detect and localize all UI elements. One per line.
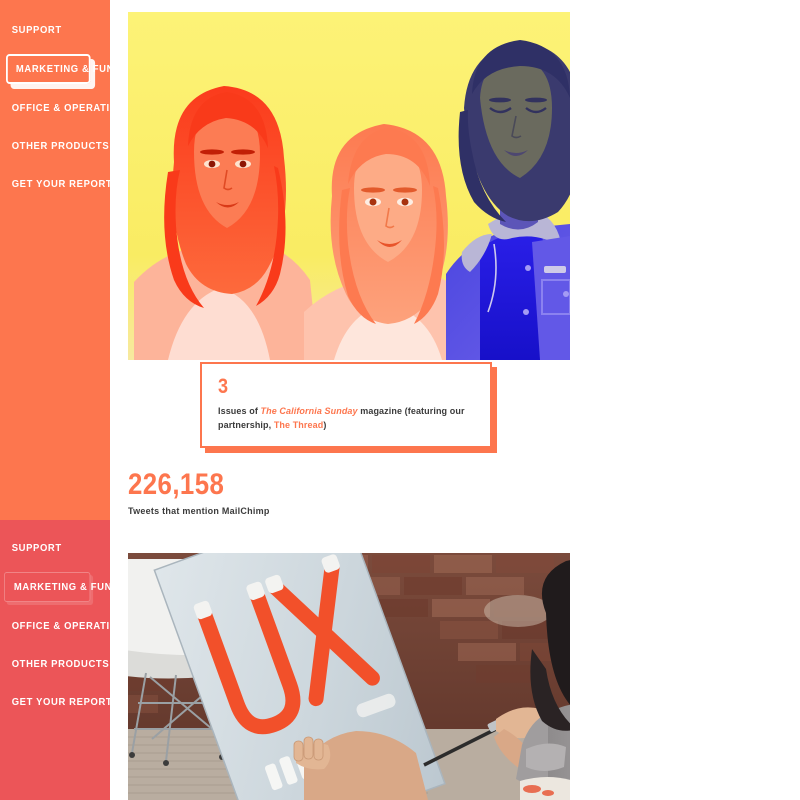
sidebar2-item-office-and-operations[interactable]: Office & Operations: [0, 612, 132, 640]
ux-painting-photo: [128, 553, 570, 800]
hero-duotone-photo: [128, 12, 570, 360]
callout-text-tail: ): [323, 419, 327, 430]
callout-text-lead: Issues of: [218, 406, 261, 416]
sidebar2-item-marketing-and-fun[interactable]: Marketing & Fun: [4, 572, 111, 602]
tweets-stat-value: 226,158: [128, 468, 225, 501]
sidebar2-item-get-your-report[interactable]: Get Your Report: [0, 688, 112, 716]
stat-callout-card: 3 Issues of The California Sunday magazi…: [200, 362, 492, 448]
callout-number: 3: [218, 375, 229, 398]
sidebar-secondary: Support Marketing & Fun Office & Operati…: [0, 520, 132, 800]
sidebar2-item-support[interactable]: Support: [0, 534, 99, 562]
sidebar-item-support[interactable]: Support: [0, 16, 99, 44]
main-content: 3 Issues of The California Sunday magazi…: [128, 0, 800, 800]
sidebar-primary: Support Marketing & Fun Office & Operati…: [0, 0, 132, 520]
page-root: Support Marketing & Fun Office & Operati…: [0, 0, 800, 800]
callout-magazine-title: The California Sunday: [260, 406, 358, 416]
sidebar-item-office-and-operations[interactable]: Office & Operations: [0, 94, 132, 122]
callout-description: Issues of The California Sunday magazine…: [218, 405, 474, 433]
callout-the-thread-link[interactable]: The Thread: [274, 420, 324, 430]
tweets-stat-block: 226,158 Tweets that mention MailChimp: [128, 468, 270, 517]
sidebar-item-get-your-report[interactable]: Get Your Report: [0, 170, 112, 198]
sidebar-item-other-products[interactable]: Other Products: [0, 132, 109, 160]
sidebar-item-marketing-and-fun[interactable]: Marketing & Fun: [6, 54, 113, 84]
sidebar2-item-other-products[interactable]: Other Products: [0, 650, 109, 678]
tweets-stat-label: Tweets that mention MailChimp: [128, 506, 270, 516]
